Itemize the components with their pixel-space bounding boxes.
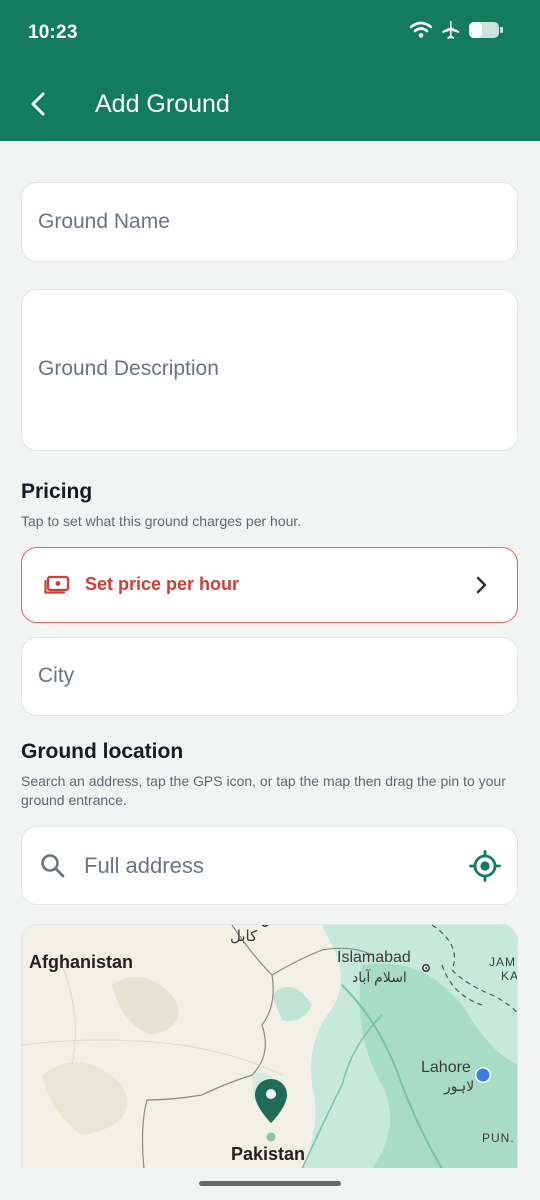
pricing-subtitle: Tap to set what this ground charges per … bbox=[21, 513, 302, 529]
app-bar: Add Ground bbox=[0, 66, 540, 141]
page-title: Add Ground bbox=[95, 90, 230, 118]
city-placeholder: City bbox=[38, 664, 75, 687]
money-icon bbox=[44, 575, 70, 600]
ground-name-field[interactable]: Ground Name bbox=[21, 182, 518, 262]
location-map[interactable]: Afghanistan کابل Islamabad اسلام آباد JA… bbox=[21, 924, 518, 1168]
wifi-icon bbox=[410, 21, 432, 38]
city-field[interactable]: City bbox=[21, 637, 518, 716]
location-subtitle: Search an address, tap the GPS icon, or … bbox=[21, 773, 506, 808]
map-label-kashmir: KA bbox=[501, 969, 518, 983]
address-search-field[interactable]: Full address bbox=[21, 826, 518, 905]
ground-description-placeholder: Ground Description bbox=[38, 357, 219, 380]
map-label-lahore: Lahore bbox=[421, 1059, 471, 1076]
location-pin-icon[interactable] bbox=[253, 1077, 289, 1125]
chevron-left-icon bbox=[31, 92, 45, 116]
ground-name-placeholder: Ground Name bbox=[38, 210, 170, 233]
map-label-punjab: PUN. bbox=[482, 1131, 515, 1145]
battery-icon bbox=[469, 22, 503, 38]
status-icons bbox=[410, 20, 504, 40]
location-title: Ground location bbox=[21, 740, 184, 763]
set-price-label: Set price per hour bbox=[85, 574, 240, 594]
set-price-button[interactable]: Set price per hour bbox=[21, 547, 518, 623]
map-label-islamabad-urdu: اسلام آباد bbox=[352, 969, 407, 985]
pricing-title: Pricing bbox=[21, 480, 93, 503]
ground-description-field[interactable]: Ground Description bbox=[21, 289, 518, 451]
map-label-afghanistan: Afghanistan bbox=[29, 952, 134, 972]
chevron-right-icon bbox=[475, 575, 487, 600]
map-label-jammu: JAM bbox=[489, 955, 516, 969]
address-placeholder: Full address bbox=[84, 853, 204, 878]
status-bar: 10:23 bbox=[0, 0, 540, 66]
map-label-kabul: کابل bbox=[230, 928, 258, 945]
search-icon bbox=[40, 853, 66, 884]
home-indicator[interactable] bbox=[199, 1181, 341, 1186]
status-time: 10:23 bbox=[28, 22, 78, 43]
gps-icon[interactable] bbox=[469, 850, 501, 887]
back-button[interactable] bbox=[22, 88, 54, 120]
map-label-lahore-urdu: لاہور bbox=[444, 1078, 475, 1094]
map-label-islamabad: Islamabad bbox=[337, 949, 411, 966]
map-label-pakistan: Pakistan bbox=[231, 1144, 306, 1164]
airplane-icon bbox=[442, 21, 459, 39]
